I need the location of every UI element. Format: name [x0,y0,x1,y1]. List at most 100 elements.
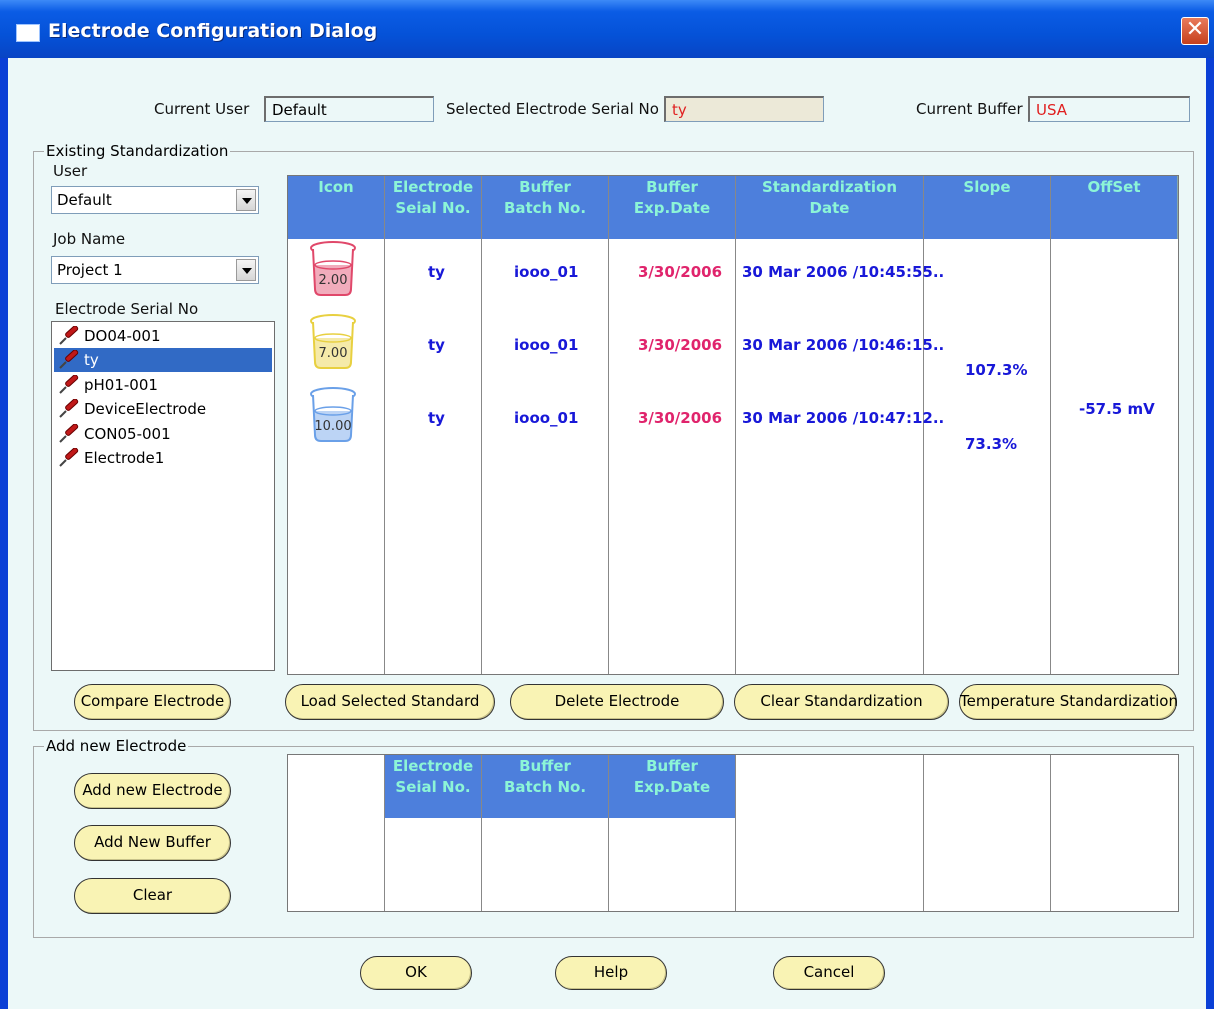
window-title: Electrode Configuration Dialog [48,20,378,42]
buffer-batch-cell: iooo_01 [514,409,579,427]
column-divider [1050,755,1051,911]
new-header-exp-line2: Exp.Date [633,778,711,796]
column-divider [384,755,385,911]
column-divider [735,176,736,674]
clear-standardization-button[interactable]: Clear Standardization [734,684,949,720]
column-divider [735,755,736,911]
header-offset[interactable]: OffSet [1051,176,1178,239]
header-buffer-exp[interactable]: Buffer Exp.Date [609,176,736,239]
header-buffer-batch[interactable]: Buffer Batch No. [482,176,609,239]
current-user-label: Current User [154,100,250,118]
standardization-date-cell: 30 Mar 2006 /10:45:55.. [742,263,945,281]
selected-serial-field[interactable]: ty [664,96,824,122]
add-new-buffer-button[interactable]: Add New Buffer [74,825,231,861]
header-electrode-serial[interactable]: Electrode Seial No. [385,176,482,239]
header-standardization-date[interactable]: Standardization Date [736,176,924,239]
dialog-window: Electrode Configuration Dialog ✕ Current… [0,0,1214,1009]
electrode-serial-cell: ty [428,409,445,427]
close-icon: ✕ [1185,17,1205,42]
electrode-probe-icon [58,398,80,419]
selected-serial-label: Selected Electrode Serial No [446,100,659,118]
electrode-serial-item-label: DeviceElectrode [84,400,207,419]
slope-value-1: 107.3% [965,361,1028,379]
buffer-batch-cell: iooo_01 [514,263,579,281]
electrode-probe-icon [58,325,80,346]
electrode-probe-icon [58,374,80,395]
electrode-serial-label: Electrode Serial No [55,300,199,318]
electrode-serial-item[interactable]: ty [54,348,272,373]
buffer-value-label: 2.00 [318,273,348,288]
new-header-serial-line1: Electrode [392,757,474,775]
electrode-serial-item[interactable]: DO04-001 [54,324,272,348]
new-header-buffer-batch[interactable]: Buffer Batch No. [482,755,609,818]
slope-value-2: 73.3% [965,435,1018,453]
job-name-combobox[interactable]: Project 1 [51,256,259,284]
electrode-serial-item-label: ty [84,351,99,370]
current-buffer-field[interactable]: USA [1028,96,1190,122]
electrode-probe-icon [58,349,80,370]
delete-electrode-button[interactable]: Delete Electrode [510,684,724,720]
column-divider [608,755,609,911]
buffer-batch-cell: iooo_01 [514,336,579,354]
electrode-serial-item[interactable]: pH01-001 [54,373,272,397]
buffer-exp-cell: 3/30/2006 [638,263,723,281]
standardization-table[interactable]: Icon Electrode Seial No. Buffer Batch No. … [287,175,1179,675]
chevron-down-icon[interactable] [236,259,256,281]
buffer-value-label: 7.00 [318,346,348,361]
user-combobox[interactable]: Default [51,186,259,214]
header-electrode-serial-line2: Seial No. [395,199,471,217]
header-buffer-exp-line2: Exp.Date [633,199,711,217]
new-header-electrode-serial[interactable]: Electrode Seial No. [385,755,482,818]
buffer-exp-cell: 3/30/2006 [638,409,723,427]
offset-value: -57.5 mV [1079,400,1155,418]
buffer-exp-cell: 3/30/2006 [638,336,723,354]
column-divider [923,755,924,911]
column-divider [481,176,482,674]
electrode-serial-item[interactable]: CON05-001 [54,422,272,446]
standardization-date-cell: 30 Mar 2006 /10:47:12.. [742,409,945,427]
header-slope[interactable]: Slope [924,176,1051,239]
new-electrode-table[interactable]: Electrode Seial No. Buffer Batch No. Buffe… [287,754,1179,912]
new-header-exp-line1: Buffer [646,757,698,775]
new-header-batch-line1: Buffer [519,757,571,775]
chevron-down-icon[interactable] [236,189,256,211]
temperature-standardization-button[interactable]: Temperature Standardization [959,684,1178,720]
dialog-body: Current User Default Selected Electrode … [8,58,1206,1009]
add-new-electrode-button[interactable]: Add new Electrode [74,773,231,809]
new-header-buffer-exp[interactable]: Buffer Exp.Date [609,755,736,818]
job-name-combobox-value: Project 1 [57,261,123,279]
electrode-serial-item[interactable]: Electrode1 [54,446,272,470]
header-electrode-serial-line1: Electrode [392,178,474,196]
add-new-electrode-title: Add new Electrode [44,737,189,755]
load-selected-standard-button[interactable]: Load Selected Standard [285,684,495,720]
electrode-serial-listbox[interactable]: DO04-001 ty pH01-001 DeviceElectrode CON05-0… [51,321,275,671]
new-header-batch-line2: Batch No. [503,778,587,796]
clear-button[interactable]: Clear [74,878,231,914]
header-icon[interactable]: Icon [288,176,385,239]
close-button[interactable]: ✕ [1181,17,1209,45]
header-buffer-batch-line2: Batch No. [503,199,587,217]
electrode-serial-item-label: DO04-001 [84,327,161,345]
electrode-probe-icon [58,447,80,468]
electrode-serial-cell: ty [428,336,445,354]
help-button[interactable]: Help [555,956,667,990]
header-std-date-line2: Date [809,199,850,217]
window-icon [16,24,40,42]
column-divider [384,176,385,674]
user-combobox-value: Default [57,191,112,209]
title-bar[interactable]: Electrode Configuration Dialog ✕ [0,0,1214,58]
compare-electrode-button[interactable]: Compare Electrode [74,684,231,720]
buffer-beaker-icon: 10.00 [307,385,359,443]
header-std-date-line1: Standardization [761,178,898,196]
cancel-button[interactable]: Cancel [773,956,885,990]
current-user-field[interactable]: Default [264,96,434,122]
electrode-serial-item-label: Electrode1 [84,449,165,467]
standardization-date-cell: 30 Mar 2006 /10:46:15.. [742,336,945,354]
header-buffer-exp-line1: Buffer [646,178,698,196]
buffer-value-label: 10.00 [314,419,352,434]
electrode-probe-icon [58,423,80,444]
electrode-serial-item[interactable]: DeviceElectrode [54,397,272,421]
ok-button[interactable]: OK [360,956,472,990]
existing-standardization-title: Existing Standardization [44,142,231,160]
new-header-serial-line2: Seial No. [395,778,471,796]
